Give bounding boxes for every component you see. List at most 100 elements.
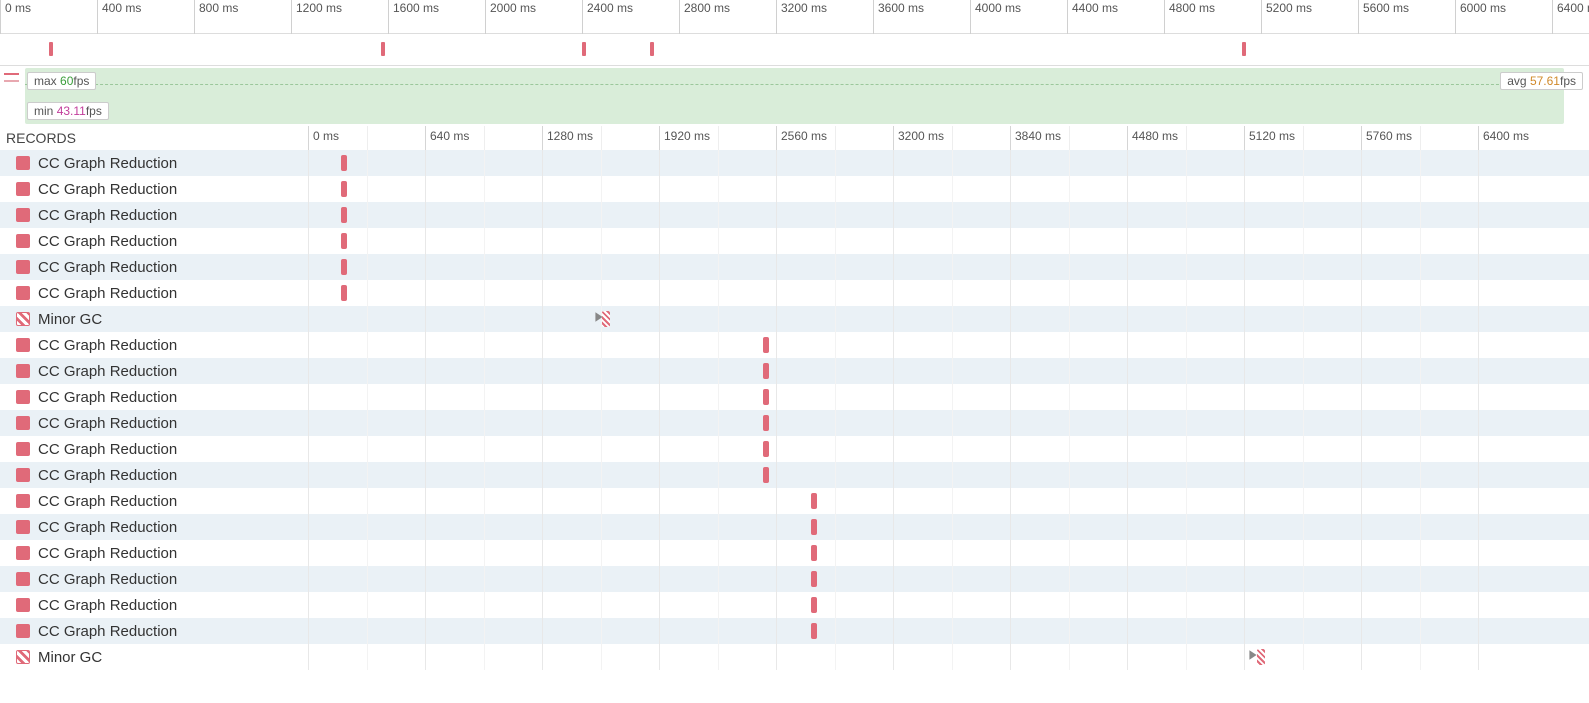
- cc-bar[interactable]: [763, 415, 769, 431]
- record-timeline[interactable]: [308, 436, 1589, 462]
- record-row[interactable]: CC Graph Reduction: [0, 618, 1589, 644]
- grid-line: [893, 462, 894, 488]
- record-row[interactable]: CC Graph Reduction: [0, 228, 1589, 254]
- overview-marker[interactable]: [49, 42, 53, 56]
- overview-marker[interactable]: [650, 42, 654, 56]
- record-label: CC Graph Reduction: [38, 259, 177, 276]
- record-row[interactable]: CC Graph Reduction: [0, 436, 1589, 462]
- grid-line-minor: [718, 358, 719, 384]
- cc-bar[interactable]: [341, 181, 347, 197]
- cc-bar[interactable]: [763, 441, 769, 457]
- record-timeline[interactable]: [308, 514, 1589, 540]
- record-timeline[interactable]: [308, 358, 1589, 384]
- records-tick-minor: [367, 126, 368, 150]
- record-label: CC Graph Reduction: [38, 155, 177, 172]
- record-row[interactable]: CC Graph Reduction: [0, 358, 1589, 384]
- record-row[interactable]: CC Graph Reduction: [0, 410, 1589, 436]
- minor-gc-bar[interactable]: [1257, 649, 1265, 665]
- record-timeline[interactable]: [308, 280, 1589, 306]
- record-row[interactable]: CC Graph Reduction: [0, 176, 1589, 202]
- cc-bar[interactable]: [811, 493, 817, 509]
- record-label-col: Minor GC: [0, 311, 308, 328]
- record-timeline[interactable]: [308, 644, 1589, 670]
- grid-line-minor: [1303, 150, 1304, 176]
- cc-bar[interactable]: [341, 285, 347, 301]
- cc-bar[interactable]: [811, 597, 817, 613]
- record-row[interactable]: Minor GC: [0, 306, 1589, 332]
- record-row[interactable]: CC Graph Reduction: [0, 332, 1589, 358]
- record-row[interactable]: CC Graph Reduction: [0, 566, 1589, 592]
- cc-bar[interactable]: [811, 623, 817, 639]
- record-row[interactable]: CC Graph Reduction: [0, 488, 1589, 514]
- overview-tick-label: 3200 ms: [781, 1, 827, 15]
- overview-marker[interactable]: [582, 42, 586, 56]
- overview-marker[interactable]: [381, 42, 385, 56]
- record-label-col: CC Graph Reduction: [0, 389, 308, 406]
- record-row[interactable]: CC Graph Reduction: [0, 384, 1589, 410]
- record-timeline[interactable]: [308, 150, 1589, 176]
- record-timeline[interactable]: [308, 566, 1589, 592]
- grid-line: [1478, 566, 1479, 592]
- grid-line: [1127, 566, 1128, 592]
- record-timeline[interactable]: [308, 618, 1589, 644]
- record-timeline[interactable]: [308, 176, 1589, 202]
- record-row[interactable]: Minor GC: [0, 644, 1589, 670]
- record-row[interactable]: CC Graph Reduction: [0, 202, 1589, 228]
- record-timeline[interactable]: [308, 228, 1589, 254]
- cc-bar[interactable]: [341, 259, 347, 275]
- record-timeline[interactable]: [308, 410, 1589, 436]
- record-row[interactable]: CC Graph Reduction: [0, 592, 1589, 618]
- grid-line-minor: [1420, 332, 1421, 358]
- minor-gc-swatch: [16, 650, 30, 664]
- record-row[interactable]: CC Graph Reduction: [0, 540, 1589, 566]
- overview-tick: 2800 ms: [679, 0, 680, 34]
- cc-bar[interactable]: [341, 207, 347, 223]
- record-row[interactable]: CC Graph Reduction: [0, 462, 1589, 488]
- grid-line: [1010, 436, 1011, 462]
- overview-markers[interactable]: [0, 34, 1589, 66]
- cc-swatch: [16, 182, 30, 196]
- record-timeline[interactable]: [308, 462, 1589, 488]
- cc-bar[interactable]: [811, 519, 817, 535]
- record-row[interactable]: CC Graph Reduction: [0, 280, 1589, 306]
- overview-marker[interactable]: [1242, 42, 1246, 56]
- records-tick: 3200 ms: [893, 126, 894, 150]
- record-row[interactable]: CC Graph Reduction: [0, 514, 1589, 540]
- cc-bar[interactable]: [763, 467, 769, 483]
- record-timeline[interactable]: [308, 540, 1589, 566]
- grid-line: [776, 410, 777, 436]
- overview-tick-label: 4800 ms: [1169, 1, 1215, 15]
- minor-gc-bar[interactable]: [602, 311, 610, 327]
- record-timeline[interactable]: [308, 306, 1589, 332]
- grid-line: [308, 540, 309, 566]
- cc-bar[interactable]: [763, 363, 769, 379]
- cc-bar[interactable]: [811, 545, 817, 561]
- record-timeline[interactable]: [308, 332, 1589, 358]
- grid-line: [659, 592, 660, 618]
- grid-line: [1010, 202, 1011, 228]
- record-timeline[interactable]: [308, 384, 1589, 410]
- fps-min-box: min 43.11fps: [27, 102, 109, 120]
- grid-line-minor: [601, 410, 602, 436]
- records-tick: 4480 ms: [1127, 126, 1128, 150]
- record-timeline[interactable]: [308, 202, 1589, 228]
- record-timeline[interactable]: [308, 592, 1589, 618]
- overview-tick-label: 5600 ms: [1363, 1, 1409, 15]
- grid-line-minor: [484, 332, 485, 358]
- grid-line-minor: [835, 176, 836, 202]
- overview-tick-label: 1600 ms: [393, 1, 439, 15]
- record-row[interactable]: CC Graph Reduction: [0, 150, 1589, 176]
- cc-bar[interactable]: [811, 571, 817, 587]
- cc-bar[interactable]: [341, 233, 347, 249]
- records-ticks[interactable]: 0 ms640 ms1280 ms1920 ms2560 ms3200 ms38…: [308, 126, 1589, 150]
- record-timeline[interactable]: [308, 488, 1589, 514]
- records-list[interactable]: CC Graph ReductionCC Graph ReductionCC G…: [0, 150, 1589, 670]
- record-row[interactable]: CC Graph Reduction: [0, 254, 1589, 280]
- record-timeline[interactable]: [308, 254, 1589, 280]
- overview-ruler[interactable]: 0 ms400 ms800 ms1200 ms1600 ms2000 ms240…: [0, 0, 1589, 34]
- cc-bar[interactable]: [763, 389, 769, 405]
- cc-bar[interactable]: [341, 155, 347, 171]
- grid-line-minor: [1420, 254, 1421, 280]
- cc-bar[interactable]: [763, 337, 769, 353]
- grid-line: [893, 618, 894, 644]
